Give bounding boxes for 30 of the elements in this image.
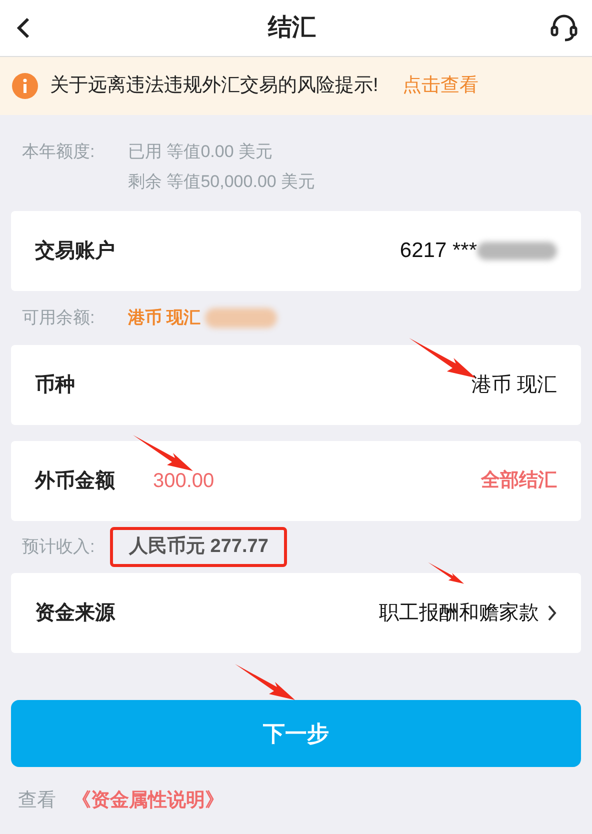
- currency-row[interactable]: 币种 港币 现汇: [11, 345, 581, 425]
- currency-value: 港币 现汇: [471, 373, 557, 398]
- convert-all-link[interactable]: 全部结汇: [481, 466, 557, 496]
- arrow-icon: [133, 434, 193, 472]
- row-label: 资金来源: [35, 601, 115, 626]
- balance-label: 可用余额:: [22, 307, 96, 330]
- quota-label: 本年额度:: [22, 141, 96, 163]
- headset-icon[interactable]: [548, 12, 580, 44]
- estimate-value: 人民币元 277.77: [110, 526, 288, 568]
- row-label: 交易账户: [35, 238, 115, 264]
- quota-text: 已用 等值0.00 美元: [128, 141, 274, 163]
- account-row[interactable]: 交易账户 6217 ***: [11, 211, 581, 291]
- notice-text: 关于远离违法违规外汇交易的风险提示!: [50, 74, 378, 98]
- source-row[interactable]: 资金来源 职工报酬和赡家款: [11, 573, 581, 653]
- next-button[interactable]: 下一步: [11, 700, 581, 767]
- page-title: 结汇: [268, 13, 316, 43]
- info-icon: [12, 73, 38, 99]
- source-value: 职工报酬和赡家款: [379, 601, 539, 626]
- footer-text: 查看: [18, 789, 56, 813]
- amount-field[interactable]: 300.00: [153, 466, 214, 496]
- account-number: 6217 ***: [400, 238, 477, 264]
- fund-attribute-link[interactable]: 《资金属性说明》: [72, 787, 224, 816]
- estimate-label: 预计收入:: [22, 536, 96, 558]
- chevron-right-icon: [547, 604, 557, 622]
- balance-value: 港币 现汇: [128, 307, 201, 330]
- notice-link[interactable]: 点击查看: [402, 72, 478, 100]
- arrow-icon: [235, 662, 295, 702]
- row-label: 外币金额: [35, 468, 116, 494]
- quota-text: 剩余 等值50,000.00 美元: [128, 171, 316, 193]
- row-label: 币种: [35, 373, 75, 398]
